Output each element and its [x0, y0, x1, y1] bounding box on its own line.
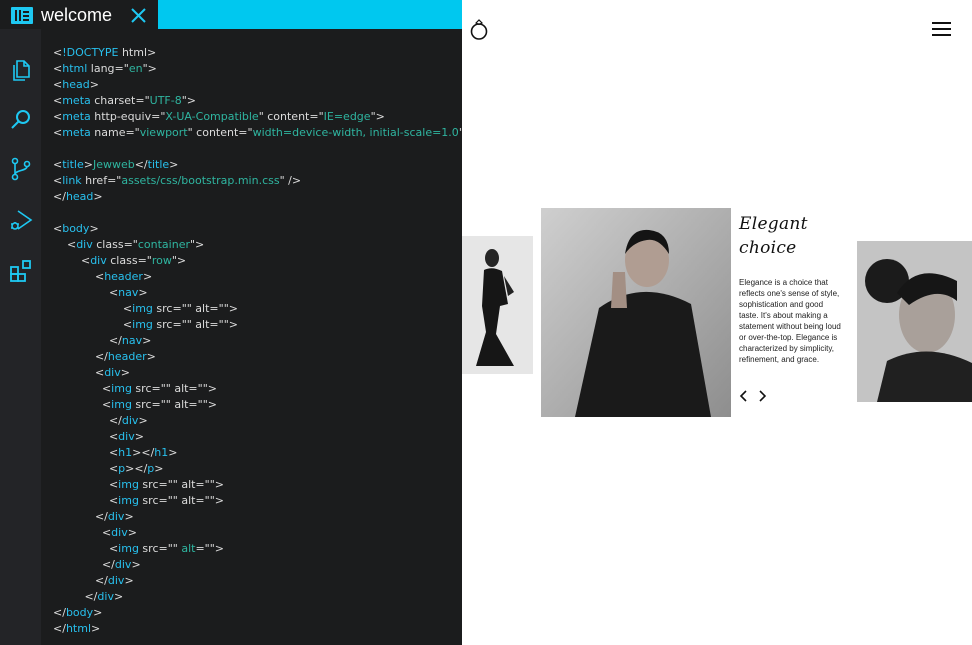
activity-bar [0, 29, 41, 645]
carousel-controls [739, 389, 779, 403]
run-debug-icon[interactable] [9, 209, 33, 233]
chevron-right-icon[interactable] [757, 389, 767, 403]
code-line: <img src="" alt=""> [53, 398, 217, 411]
code-line: <div> [53, 430, 144, 443]
tab-title: welcome [41, 5, 113, 25]
code-line: </div> [53, 510, 134, 523]
code-line: <meta http-equiv="X-UA-Compatible" conte… [53, 110, 385, 123]
code-line: <img src="" alt=""> [53, 382, 217, 395]
code-line: </div> [53, 414, 148, 427]
code-line: <img src="" alt=""> [53, 318, 238, 331]
code-line: <body> [53, 222, 99, 235]
code-area[interactable]: <!DOCTYPE html> <html lang="en"> <head> <me… [53, 45, 462, 637]
code-line: <p></p> [53, 462, 164, 475]
model-photo-center [541, 208, 731, 417]
code-line: <html lang="en"> [53, 62, 157, 75]
code-line: <div class="row"> [53, 254, 187, 267]
code-line: <meta name="viewport" content="width=dev… [53, 126, 462, 139]
code-line: <div> [53, 366, 130, 379]
model-photo-left [462, 236, 533, 374]
code-line: <img src="" alt=""> [53, 478, 224, 491]
tab-welcome[interactable]: welcome [0, 0, 158, 29]
code-line: </header> [53, 350, 156, 363]
code-editor: welcome <!DOCTYPE html> <html lang="en"> <… [0, 0, 462, 645]
model-photo-right [857, 241, 972, 402]
chevron-left-icon[interactable] [739, 389, 749, 403]
code-line: </html> [53, 622, 101, 635]
code-line: </head> [53, 190, 103, 203]
code-line: </div> [53, 574, 134, 587]
code-line: <!DOCTYPE html> [53, 46, 157, 59]
code-line: </nav> [53, 334, 152, 347]
code-line: <div> [53, 526, 137, 539]
search-icon[interactable] [9, 108, 33, 132]
hamburger-menu-icon[interactable] [932, 22, 951, 36]
ring-logo-icon[interactable] [469, 17, 489, 41]
code-line: <head> [53, 78, 99, 91]
website-preview: Elegant choice Elegance is a choice that… [462, 0, 972, 645]
code-line: <header> [53, 270, 153, 283]
code-line: <img src="" alt=""> [53, 542, 225, 555]
code-line: <link href="assets/css/bootstrap.min.css… [53, 174, 302, 187]
code-line: <h1></h1> [53, 446, 178, 459]
source-control-icon[interactable] [9, 157, 33, 181]
code-line: <img src="" alt=""> [53, 494, 224, 507]
section-paragraph: Elegance is a choice that reflects one's… [739, 278, 841, 364]
code-line: <meta charset="UTF-8"> [53, 94, 196, 107]
extensions-icon[interactable] [9, 259, 33, 283]
code-line: </body> [53, 606, 103, 619]
code-line: <nav> [53, 286, 148, 299]
close-icon[interactable] [131, 8, 146, 23]
explorer-icon[interactable] [9, 58, 33, 82]
section-heading: Elegant choice [739, 214, 808, 258]
code-line: </div> [53, 590, 124, 603]
tab-bar: welcome [0, 0, 462, 29]
code-line: <title>Jewweb</title> [53, 158, 179, 171]
file-icon [11, 7, 33, 24]
code-line: </div> [53, 558, 141, 571]
code-line: <img src="" alt=""> [53, 302, 238, 315]
code-line: <div class="container"> [53, 238, 205, 251]
feature-text: Elegant choice Elegance is a choice that… [739, 212, 843, 365]
